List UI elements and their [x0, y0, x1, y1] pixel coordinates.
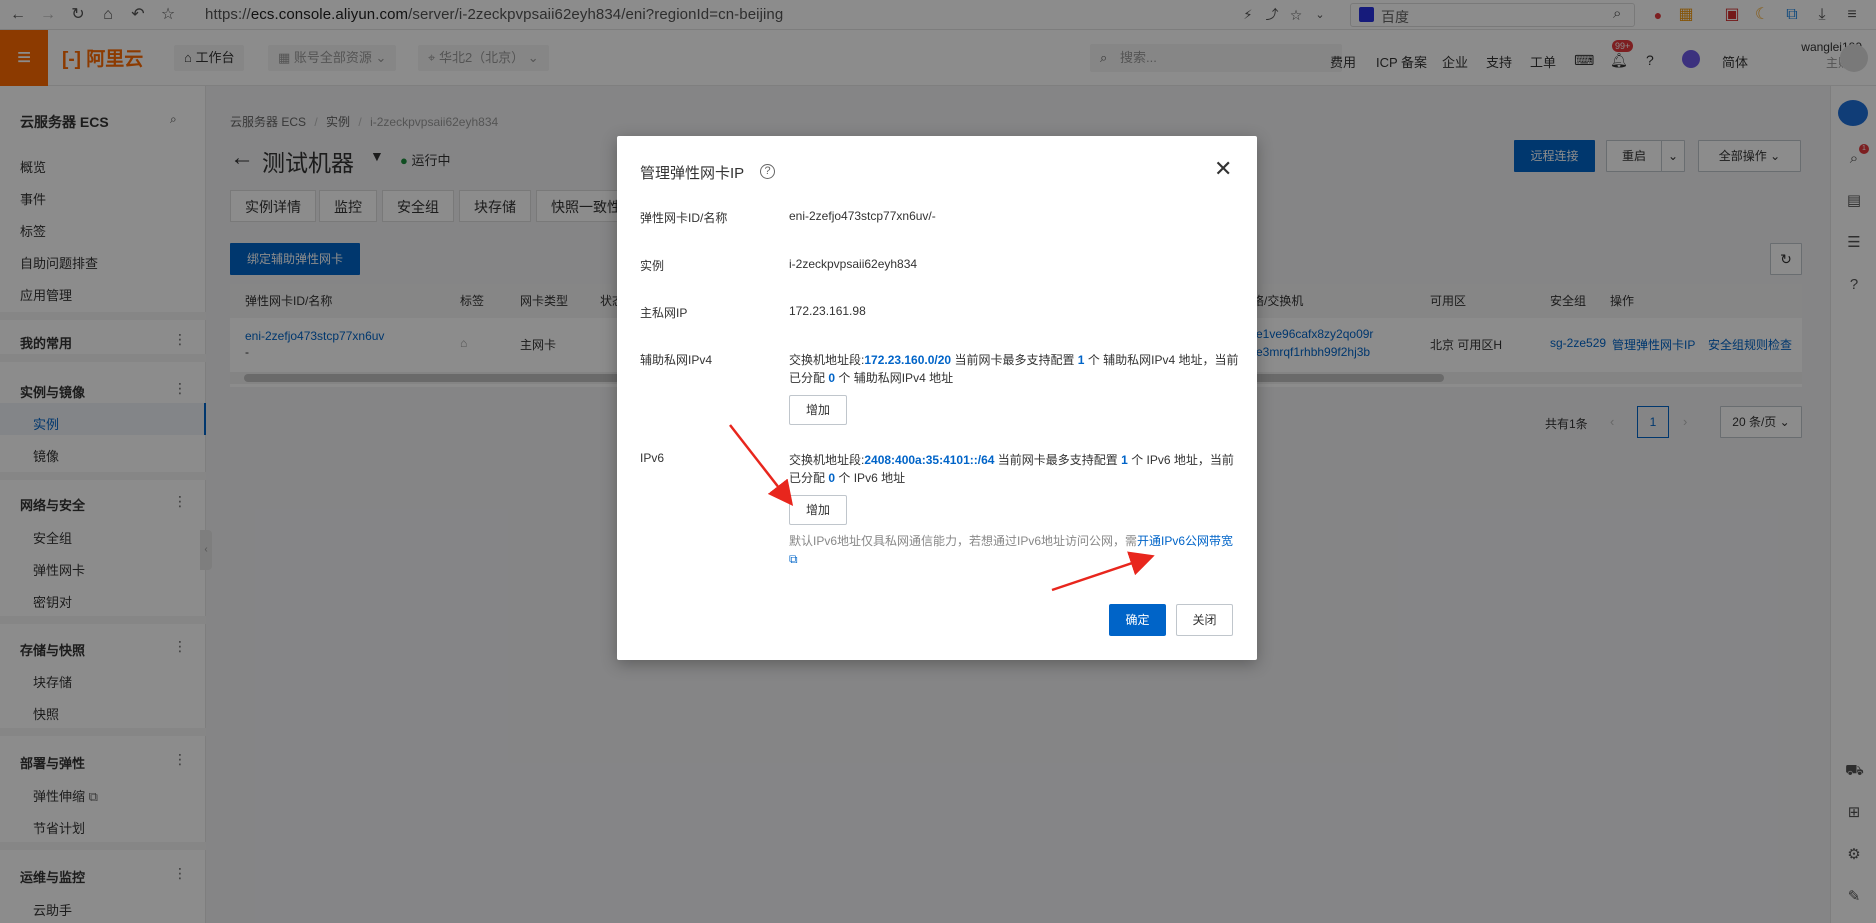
ipv4-segment: 172.23.160.0/20	[864, 353, 952, 367]
add-ipv6-button[interactable]: 增加	[789, 495, 847, 525]
manage-eni-ip-dialog: 管理弹性网卡IP ? ✕ 弹性网卡ID/名称 eni-2zefjo473stcp…	[617, 136, 1257, 660]
ipv4-max-prefix: 当前网卡最多支持配置	[954, 353, 1075, 367]
ipv6-used: 0	[828, 471, 836, 485]
ipv4-description: 交换机地址段:172.23.160.0/20 当前网卡最多支持配置 1 个 辅助…	[789, 351, 1239, 387]
ipv6-max: 1	[1121, 453, 1128, 467]
ipv4-used-suffix: 个 辅助私网IPv4 地址	[838, 371, 954, 385]
ipv6-label: IPv6	[640, 451, 665, 465]
ipv6-used-suffix: 个 IPv6 地址	[838, 471, 906, 485]
ipv4-label: 辅助私网IPv4	[640, 353, 713, 367]
eni-value: eni-2zefjo473stcp77xn6uv/-	[789, 209, 936, 223]
question-icon[interactable]: ?	[760, 164, 775, 179]
ipv4-used: 0	[828, 371, 836, 385]
ipv4-max: 1	[1077, 353, 1085, 367]
instance-label: 实例	[640, 259, 665, 273]
ipv6-description: 交换机地址段:2408:400a:35:4101::/64 当前网卡最多支持配置…	[789, 451, 1239, 487]
primary-ip-value: 172.23.161.98	[789, 304, 866, 318]
instance-value: i-2zeckpvpsaii62eyh834	[789, 257, 918, 271]
external-link-icon[interactable]: ⧉	[789, 552, 798, 566]
enable-ipv6-bandwidth-link[interactable]: 开通IPv6公网带宽	[1137, 534, 1233, 548]
ipv6-seg-prefix: 交换机地址段:	[789, 453, 865, 467]
confirm-button[interactable]: 确定	[1109, 604, 1166, 636]
close-icon[interactable]: ✕	[1214, 156, 1232, 182]
ipv6-note-text: 默认IPv6地址仅具私网通信能力，若想通过IPv6地址访问公网，需	[789, 534, 1138, 548]
ipv6-note: 默认IPv6地址仅具私网通信能力，若想通过IPv6地址访问公网，需开通IPv6公…	[789, 532, 1239, 568]
eni-label: 弹性网卡ID/名称	[640, 211, 728, 225]
primary-ip-label: 主私网IP	[640, 306, 688, 320]
close-button[interactable]: 关闭	[1176, 604, 1233, 636]
dialog-title: 管理弹性网卡IP	[640, 165, 745, 182]
ipv6-segment: 2408:400a:35:4101::/64	[864, 453, 995, 467]
ipv4-seg-prefix: 交换机地址段:	[789, 353, 865, 367]
ipv6-max-prefix: 当前网卡最多支持配置	[997, 453, 1118, 467]
add-ipv4-button[interactable]: 增加	[789, 395, 847, 425]
